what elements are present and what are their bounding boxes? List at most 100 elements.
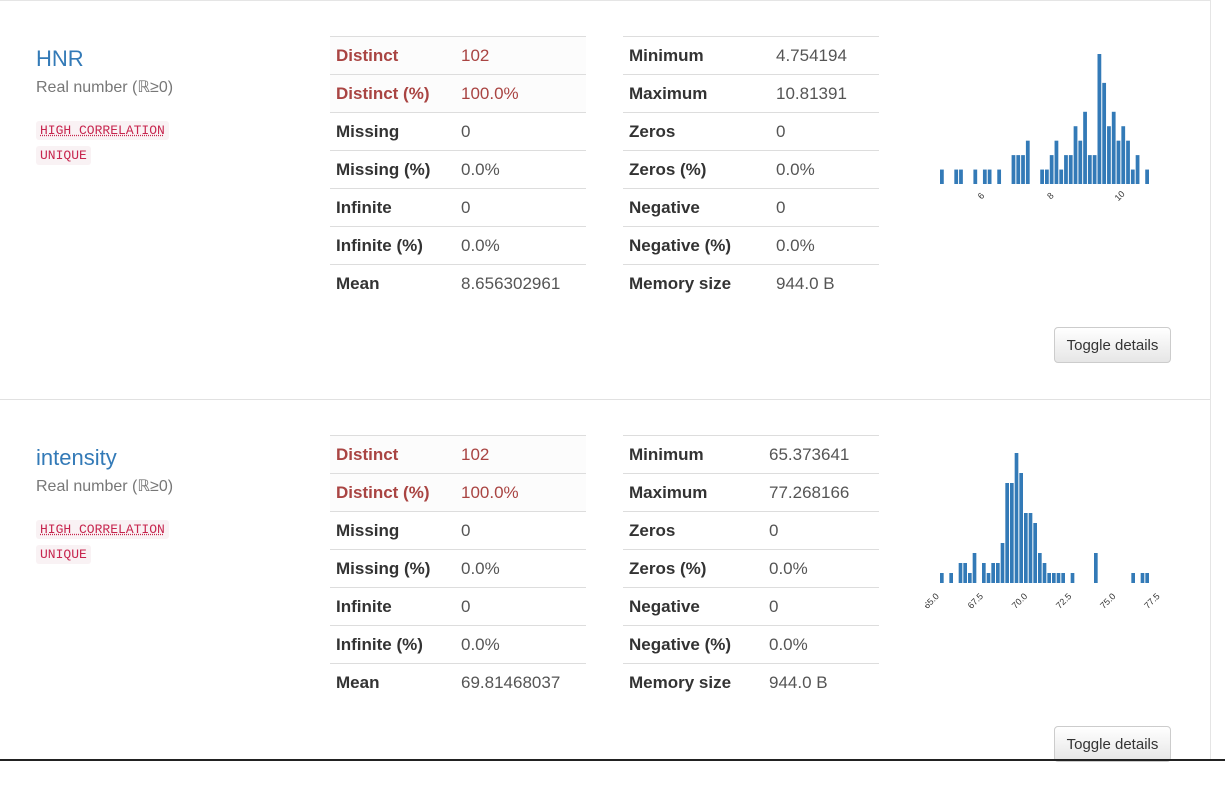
- histogram-bar: [991, 563, 995, 583]
- histogram-bar: [1145, 169, 1149, 184]
- histogram-bar: [1068, 155, 1073, 184]
- stat-value: 0: [770, 188, 879, 227]
- stat-row: Distinct 102: [330, 435, 586, 474]
- stat-row: Missing (%) 0.0%: [330, 150, 586, 189]
- histogram-bar: [1078, 140, 1083, 184]
- histogram-bar: [1024, 513, 1028, 583]
- stat-key: Infinite: [330, 188, 455, 227]
- histogram-bar: [959, 169, 963, 184]
- stat-key: Distinct (%): [330, 74, 455, 113]
- stat-value: 0: [455, 188, 586, 227]
- toggle-details-button[interactable]: Toggle details: [1054, 726, 1171, 762]
- stat-key: Infinite: [330, 587, 455, 626]
- histogram-bar: [1131, 573, 1135, 583]
- stat-value: 0.0%: [455, 625, 586, 664]
- stat-key: Distinct (%): [330, 473, 455, 512]
- unique-badge: UNIQUE: [36, 545, 91, 564]
- stat-row: Memory size 944.0 B: [623, 264, 879, 302]
- histogram-bar: [1011, 155, 1016, 184]
- stat-row: Negative 0: [623, 587, 879, 626]
- histogram-bar: [940, 169, 944, 184]
- stat-key: Negative: [623, 188, 770, 227]
- histogram-bar: [1102, 82, 1107, 184]
- histogram-bar: [1140, 573, 1145, 583]
- histogram-bar: [1016, 155, 1021, 184]
- stat-value: 65.373641: [763, 435, 879, 474]
- histogram-bar: [1000, 543, 1005, 583]
- histogram-bar: [1056, 573, 1061, 583]
- scrollbar-track-edge: [1210, 0, 1211, 761]
- stat-row: Memory size 944.0 B: [623, 663, 879, 701]
- histogram-bar: [1019, 473, 1023, 583]
- histogram-bar: [1025, 140, 1030, 184]
- high-correlation-badge[interactable]: HIGH CORRELATION: [36, 520, 169, 539]
- stat-value: 0.0%: [763, 549, 879, 588]
- histogram-bar: [1064, 155, 1068, 184]
- variable-type: Real number (ℝ≥0): [36, 478, 174, 495]
- stat-value: 0: [763, 587, 879, 626]
- histogram-bar: [1116, 140, 1121, 184]
- histogram-bar: [1070, 573, 1075, 583]
- histogram-bar: [954, 169, 959, 184]
- histogram-bar: [973, 169, 978, 184]
- histogram-tick-label: 10: [1113, 189, 1127, 203]
- stat-value: 0: [455, 587, 586, 626]
- histogram-hnr: 6 8 10: [940, 54, 1149, 203]
- variable-name[interactable]: intensity: [36, 445, 117, 471]
- histogram-tick-label: 77.5: [1142, 591, 1161, 610]
- histogram-bar: [963, 563, 967, 583]
- stat-key: Negative (%): [623, 226, 770, 265]
- histogram-intensity: 65.0 67.5 70.0 72.5 75.0 77.5: [925, 453, 1162, 611]
- stat-key: Negative: [623, 587, 763, 626]
- high-correlation-badge[interactable]: HIGH CORRELATION: [36, 121, 169, 140]
- toggle-details-button[interactable]: Toggle details: [1054, 327, 1171, 363]
- variable-name[interactable]: HNR: [36, 46, 84, 72]
- histogram-tick-label: 8: [1045, 191, 1056, 202]
- histogram-bar: [986, 573, 991, 583]
- stat-row: Zeros (%) 0.0%: [623, 150, 879, 189]
- stat-row: Minimum 65.373641: [623, 435, 879, 474]
- stat-value: 4.754194: [770, 36, 879, 75]
- stat-row: Maximum 77.268166: [623, 473, 879, 512]
- histogram-tick-label: 65.0: [925, 591, 941, 610]
- histogram-bar: [1107, 126, 1111, 184]
- stat-key: Missing: [330, 112, 455, 151]
- histogram-bar: [1094, 553, 1098, 583]
- stat-value: 0.0%: [770, 226, 879, 265]
- histogram-bar: [1052, 573, 1056, 583]
- stat-row: Zeros 0: [623, 511, 879, 550]
- stat-key: Distinct: [330, 36, 455, 75]
- histogram-bar: [1092, 155, 1097, 184]
- histogram-bar: [1049, 155, 1054, 184]
- stat-key: Memory size: [623, 663, 763, 701]
- stat-row: Infinite 0: [330, 587, 586, 626]
- stat-row: Zeros 0: [623, 112, 879, 151]
- stat-row: Zeros (%) 0.0%: [623, 549, 879, 588]
- stats-table-right: Minimum 4.754194 Maximum 10.81391 Zeros 0 Z…: [623, 36, 879, 302]
- stat-value: 0.0%: [455, 549, 586, 588]
- histogram-bar: [1111, 111, 1116, 184]
- stat-value: 0: [455, 112, 586, 151]
- stat-value: 8.656302961: [455, 264, 586, 302]
- stat-key: Memory size: [623, 264, 770, 302]
- stat-row: Mean 69.81468037: [330, 663, 586, 701]
- histogram-bar: [1014, 453, 1019, 583]
- variable-section-hnr: HNR Real number (ℝ≥0) HIGH CORRELATION U…: [0, 0, 1210, 398]
- histogram-bar: [1059, 169, 1064, 184]
- histogram-bar: [1040, 169, 1044, 184]
- histogram-bar: [1073, 126, 1078, 184]
- histogram-bar: [1083, 111, 1087, 184]
- stat-row: Negative (%) 0.0%: [623, 625, 879, 664]
- stat-value: 0.0%: [455, 226, 586, 265]
- stat-key: Mean: [330, 264, 455, 302]
- stat-key: Maximum: [623, 74, 770, 113]
- histogram-bar: [1038, 553, 1042, 583]
- histogram-bar: [1135, 155, 1140, 184]
- histogram-bar: [1042, 563, 1047, 583]
- histogram-bar: [1130, 169, 1135, 184]
- histogram-bar: [1005, 483, 1009, 583]
- histogram-bar: [987, 169, 992, 184]
- stat-value: 77.268166: [763, 473, 879, 512]
- stat-key: Maximum: [623, 473, 763, 512]
- stats-table-left: Distinct 102 Distinct (%) 100.0% Missing 0 …: [330, 435, 586, 701]
